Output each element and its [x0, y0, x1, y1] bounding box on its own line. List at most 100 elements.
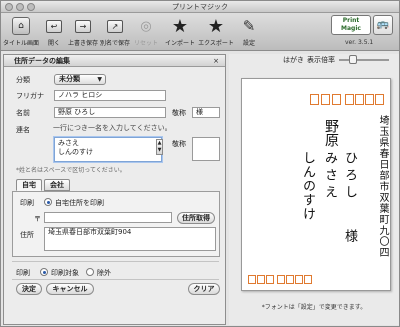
- clear-button[interactable]: クリア: [188, 283, 220, 295]
- open-button[interactable]: ↩ 開く: [41, 16, 67, 47]
- version-label: ver. 3.5.1: [345, 39, 374, 46]
- zip-box: [365, 94, 374, 105]
- zip-box: [332, 94, 341, 105]
- save-as-label: 別名で保存: [99, 40, 130, 47]
- print-label: 印刷: [20, 199, 34, 207]
- honorific-input[interactable]: 様: [192, 107, 220, 118]
- toolbar: ⌂ タイトル画面 ↩ 開く → 上書き保存 ↗ 別名で保存 ◎ リセット ★ イ…: [1, 13, 399, 51]
- print-home-radio[interactable]: [44, 198, 52, 206]
- honorific-label: 敬称: [172, 109, 186, 117]
- name-label: 名前: [16, 109, 30, 117]
- close-window-button[interactable]: [5, 3, 13, 11]
- sender-zip-box: [248, 275, 256, 284]
- zoom-window-button[interactable]: [27, 3, 35, 11]
- export-star-icon: ★: [207, 15, 225, 37]
- zip-label: 〒: [34, 215, 41, 223]
- furigana-input[interactable]: ノハラ ヒロシ: [54, 90, 166, 101]
- postcard-preview: 埼玉県春日部市双葉町九〇四 野原 ひろし 様 みさえ しんのすけ: [241, 78, 391, 291]
- joint-names-label: 連名: [16, 126, 30, 134]
- zip-box: [375, 94, 384, 105]
- joint-names-instruction: 一行につき一名を入力してください。: [53, 124, 172, 132]
- import-button[interactable]: ★ インポート: [163, 15, 197, 48]
- address-label: 住所: [20, 231, 34, 239]
- overwrite-save-button[interactable]: → 上書き保存: [67, 16, 99, 47]
- sender-zip-box: [257, 275, 265, 284]
- sender-zip-box: [266, 275, 274, 284]
- furigana-label: フリガナ: [16, 92, 44, 100]
- reset-button[interactable]: ◎ リセット: [133, 16, 159, 48]
- overwrite-save-label: 上書き保存: [67, 40, 98, 47]
- sender-zip-box: [286, 275, 294, 284]
- print-target-option-label: 印刷対象: [51, 269, 79, 277]
- font-note: *フォントは「設定」で変更できます。: [261, 304, 367, 311]
- recipient-surname: 野原: [323, 119, 339, 147]
- save-as-icon: ↗: [107, 19, 123, 33]
- zip-box: [321, 94, 330, 105]
- tab-home[interactable]: 自宅: [16, 179, 42, 191]
- zip-input[interactable]: [44, 212, 172, 223]
- sender-zip-box: [295, 275, 303, 284]
- window-title: プリントマジック: [172, 3, 228, 11]
- panel-header: 住所データの編集 ×: [4, 55, 225, 67]
- import-label: インポート: [164, 40, 195, 47]
- zip-box: [310, 94, 319, 105]
- wrench-icon: ✎: [242, 17, 256, 35]
- tab-company[interactable]: 会社: [44, 179, 70, 191]
- display-size-label: 表示倍率: [307, 56, 335, 64]
- recipient-given-name: ひろし: [342, 151, 357, 202]
- title-bar: プリントマジック: [1, 1, 399, 13]
- divider: [12, 279, 219, 280]
- preview-header: はがき 表示倍率: [229, 54, 399, 66]
- import-star-icon: ★: [171, 15, 189, 37]
- app-window: プリントマジック ⌂ タイトル画面 ↩ 開く → 上書き保存 ↗ 別名で保存 ◎…: [0, 0, 400, 327]
- address-edit-panel: 住所データの編集 × 分類 未分類 ▼ フリガナ ノハラ ヒロシ 名前 野原 ひ…: [3, 54, 226, 325]
- name-spacing-hint: *姓と名はスペースで区切ってください。: [16, 167, 126, 174]
- address-input[interactable]: 埼玉県春日部市双葉町904: [44, 227, 216, 251]
- print-target-radio[interactable]: [40, 268, 48, 276]
- settings-label: 設定: [242, 40, 255, 47]
- sender-zip-box: [277, 275, 285, 284]
- brand-area: Print Magic 🚌 ver. 3.5.1: [331, 15, 393, 48]
- zoom-slider-track[interactable]: [339, 59, 389, 61]
- settings-button[interactable]: ✎ 設定: [237, 16, 261, 47]
- save-as-button[interactable]: ↗ 別名で保存: [99, 16, 131, 47]
- print-target-label: 印刷: [16, 269, 30, 277]
- recipient-honorific: 様: [342, 229, 357, 242]
- chevron-down-icon: ▼: [97, 76, 102, 83]
- close-panel-icon[interactable]: ×: [213, 55, 219, 67]
- zoom-slider-knob[interactable]: [349, 55, 357, 64]
- joint-names-textarea[interactable]: みさえ しんのすけ: [54, 137, 162, 162]
- divider: [12, 261, 219, 262]
- joint-name-1: みさえ: [322, 151, 337, 202]
- postcard-type-label[interactable]: はがき: [283, 55, 304, 65]
- zip-box: [355, 94, 364, 105]
- category-label: 分類: [16, 76, 30, 84]
- sender-zip-box: [304, 275, 312, 284]
- car-logo-icon: 🚌: [373, 15, 393, 35]
- panel-title: 住所データの編集: [14, 57, 70, 65]
- address-lookup-button[interactable]: 住所取得: [177, 212, 215, 224]
- cancel-button[interactable]: キャンセル: [46, 283, 94, 295]
- title-screen-button[interactable]: ⌂ タイトル画面: [3, 16, 39, 47]
- open-icon: ↩: [46, 19, 62, 33]
- reset-icon: ◎: [140, 18, 152, 34]
- print-magic-logo: Print Magic: [331, 15, 371, 35]
- category-value: 未分類: [59, 75, 80, 83]
- home-icon: ⌂: [12, 17, 30, 35]
- exclude-option-label: 除外: [97, 269, 111, 277]
- zip-box: [345, 94, 354, 105]
- joint-name-line: みさえ: [58, 139, 79, 147]
- joint-name-line: しんのすけ: [58, 148, 93, 156]
- joint-honorific-input[interactable]: [192, 137, 220, 161]
- minimize-window-button[interactable]: [16, 3, 24, 11]
- confirm-button[interactable]: 決定: [16, 283, 42, 295]
- export-button[interactable]: ★ エクスポート: [197, 15, 235, 48]
- preview-area: はがき 表示倍率 埼玉県春日部市双葉町九〇四 野原 ひろし 様 みさえ しんのす…: [229, 54, 399, 325]
- joint-names-scroll-stepper[interactable]: ▲ ▼: [156, 139, 163, 155]
- title-screen-label: タイトル画面: [3, 40, 40, 47]
- category-select[interactable]: 未分類 ▼: [54, 74, 106, 85]
- name-input[interactable]: 野原 ひろし: [54, 107, 166, 118]
- joint-name-2: しんのすけ: [300, 151, 315, 221]
- joint-honorific-label: 敬称: [172, 140, 186, 148]
- exclude-radio[interactable]: [86, 268, 94, 276]
